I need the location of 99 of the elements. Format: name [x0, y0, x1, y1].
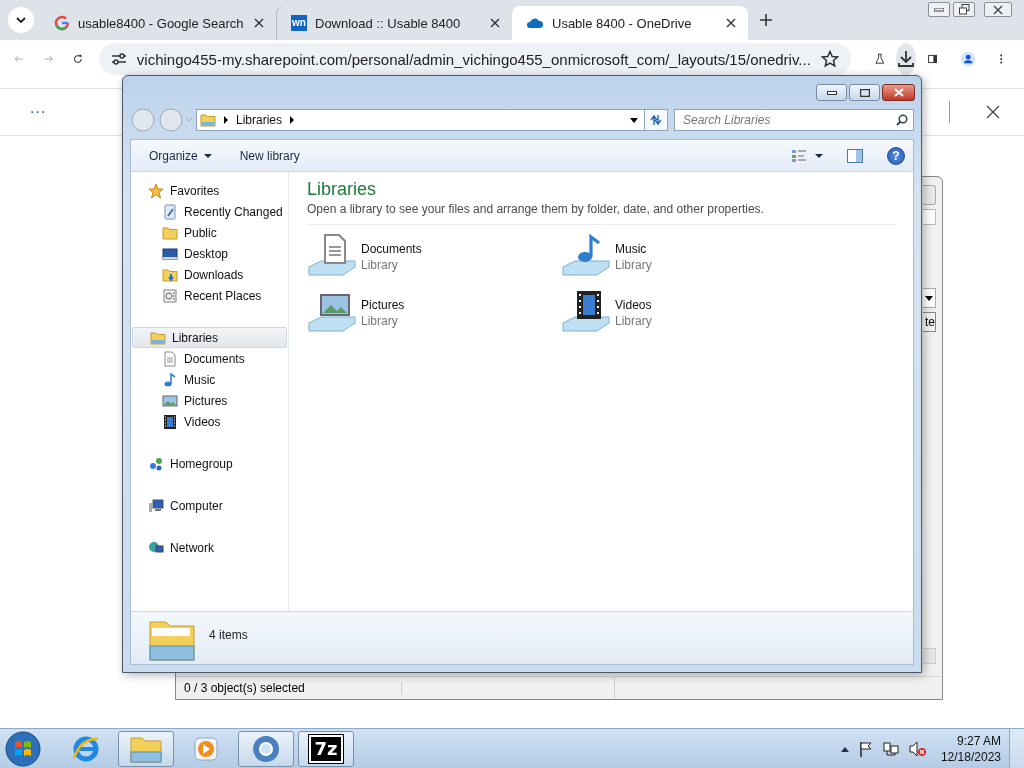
close-button[interactable] — [984, 2, 1012, 17]
details-view-icon — [791, 148, 807, 163]
refresh-button[interactable] — [644, 109, 668, 131]
monitor-icon — [162, 245, 178, 262]
taskbar-button[interactable] — [118, 730, 174, 767]
address-bar[interactable]: Libraries — [196, 109, 645, 131]
nav-item[interactable]: Videos — [131, 411, 288, 432]
command-button[interactable]: New library — [231, 144, 308, 167]
library-heading: Libraries — [307, 178, 378, 200]
browser-tab[interactable]: Usable 8400 - OneDrive — [512, 6, 748, 40]
taskbar-button[interactable]: 7z — [298, 730, 354, 767]
close-icon[interactable] — [490, 18, 500, 28]
search-icon — [896, 114, 908, 126]
google-icon — [54, 15, 70, 31]
network-icon[interactable] — [882, 740, 899, 757]
help-button[interactable]: ? — [887, 146, 905, 165]
site-settings-icon[interactable] — [110, 52, 127, 66]
library-item[interactable]: Pictures Library — [307, 287, 561, 337]
tab-title: Download :: Usable 8400 — [315, 15, 462, 31]
folder-download-icon — [162, 266, 178, 283]
close-icon[interactable] — [986, 105, 1000, 119]
nav-item[interactable]: Music — [131, 369, 288, 390]
nav-item[interactable]: Desktop — [131, 243, 288, 264]
star-icon — [148, 182, 164, 199]
status-text: 0 / 3 object(s) selected — [176, 681, 402, 695]
url-text: vichingo455-my.sharepoint.com/personal/admin_vichingo455_onmicrosoft_com/_layouts/15/onedriv... — [136, 50, 811, 68]
maximize-button[interactable] — [849, 84, 880, 101]
close-icon[interactable] — [254, 18, 264, 28]
address-bar[interactable]: vichingo455-my.sharepoint.com/personal/admin_vichingo455_onmicrosoft_com/_layouts/15/onedriv... — [98, 43, 851, 75]
nav-item[interactable]: Documents — [131, 348, 288, 369]
film-icon — [162, 413, 178, 430]
app-logo: 7z — [309, 734, 343, 763]
library-item[interactable]: Music Library — [561, 231, 815, 281]
library-folder-icon — [200, 112, 216, 128]
command-button[interactable]: Organize — [141, 144, 220, 167]
nav-item[interactable]: Public — [131, 222, 288, 243]
nav-item[interactable]: Favorites — [131, 180, 288, 201]
library-item[interactable]: Videos Library — [561, 287, 815, 337]
taskbar-button[interactable] — [238, 730, 294, 767]
nav-item[interactable]: Libraries — [132, 327, 287, 348]
picture-icon — [162, 392, 178, 409]
browser-tab[interactable]: usable8400 - Google Search — [40, 6, 276, 40]
nav-item[interactable]: Pictures — [131, 390, 288, 411]
clock-date[interactable]: 12/18/2023 — [940, 748, 1001, 765]
close-icon — [893, 88, 904, 97]
folder-icon — [162, 224, 178, 241]
close-icon[interactable] — [726, 18, 736, 28]
nav-item[interactable]: Computer — [131, 495, 288, 516]
network-nodes-icon — [148, 455, 164, 472]
menu-icon[interactable] — [999, 51, 1003, 67]
cloud-icon — [526, 17, 544, 29]
refresh-icon — [649, 113, 663, 127]
library-description: Open a library to see your files and arrange them by folder, date, and other properties. — [307, 202, 895, 225]
restore-button[interactable] — [953, 2, 975, 17]
start-button[interactable] — [5, 730, 41, 767]
tab-title: Usable 8400 - OneDrive — [552, 15, 693, 31]
library-document-icon — [307, 231, 357, 279]
new-tab-icon[interactable] — [760, 14, 772, 26]
close-button[interactable] — [882, 84, 915, 101]
maximize-icon — [859, 88, 870, 97]
computer-icon — [148, 497, 164, 514]
browser-orb-icon — [251, 733, 281, 764]
minimize-button[interactable] — [816, 84, 847, 101]
play-icon — [192, 734, 220, 763]
nav-item[interactable]: Recently Changed — [131, 201, 288, 222]
bookmark-star-icon[interactable] — [820, 50, 839, 68]
close-icon — [993, 4, 1003, 15]
document-icon — [162, 350, 178, 367]
dropdown[interactable] — [923, 288, 936, 308]
flag-icon[interactable] — [858, 740, 873, 757]
tab-list-button[interactable] — [8, 7, 34, 33]
network-icon — [148, 539, 164, 556]
dialog-button[interactable]: te — [923, 312, 936, 332]
download-icon[interactable] — [897, 50, 915, 68]
window-list-icon — [162, 287, 178, 304]
more-button[interactable]: ... — [30, 99, 47, 125]
site-badge: wn — [291, 15, 307, 31]
minimize-icon — [826, 90, 837, 95]
nav-item[interactable]: Homegroup — [131, 453, 288, 474]
library-item[interactable]: Documents Library — [307, 231, 561, 281]
minimize-icon — [934, 7, 944, 12]
preview-pane-icon — [847, 148, 863, 163]
item-count: 4 items — [209, 628, 248, 642]
clock-time[interactable]: 9:27 AM — [956, 732, 1001, 749]
library-folder-icon — [149, 618, 195, 662]
nav-item[interactable]: Downloads — [131, 264, 288, 285]
library-folder-icon — [150, 329, 166, 346]
breadcrumb-item[interactable]: Libraries — [236, 113, 283, 127]
show-hidden-icons-icon[interactable] — [840, 745, 849, 752]
library-music-note-icon — [561, 231, 611, 279]
speaker-muted-icon[interactable] — [908, 740, 927, 757]
nav-item[interactable]: Recent Places — [131, 285, 288, 306]
search-field[interactable]: Search Libraries — [674, 109, 914, 131]
restore-icon — [958, 4, 970, 15]
chevron-down-icon — [16, 17, 26, 23]
document-pen-icon — [162, 203, 178, 220]
music-note-icon — [162, 371, 178, 388]
tab-title: usable8400 - Google Search — [78, 15, 245, 31]
nav-item[interactable]: Network — [131, 537, 288, 558]
